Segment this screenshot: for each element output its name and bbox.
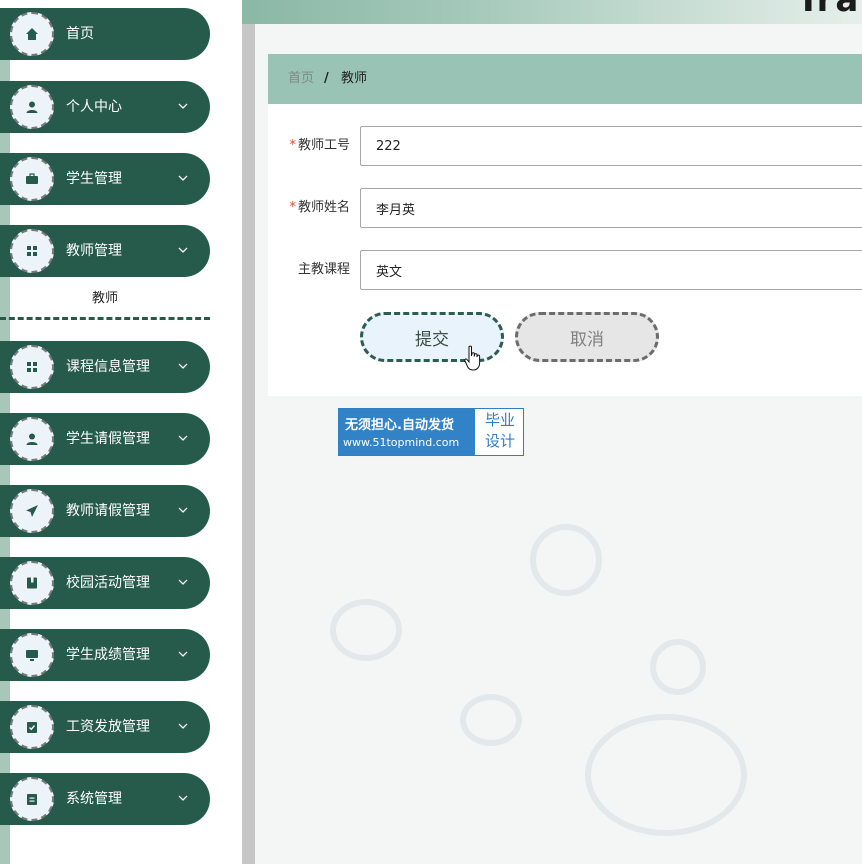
hand-pointer-cursor-icon xyxy=(464,345,481,371)
sidebar-item-student-management[interactable]: 学生管理 xyxy=(0,153,210,205)
chevron-down-icon xyxy=(178,247,188,253)
background-decoration xyxy=(530,524,602,596)
background-decoration xyxy=(460,694,522,746)
sidebar-item-label: 工资发放管理 xyxy=(66,719,150,735)
chevron-down-icon xyxy=(178,723,188,729)
home-icon xyxy=(10,12,54,56)
watermark-left: 无须担心.自动发货 www.51topmind.com xyxy=(339,409,475,455)
sidebar-item-teacher-leave-management[interactable]: 教师请假管理 xyxy=(0,485,210,537)
chevron-down-icon xyxy=(178,103,188,109)
user-icon xyxy=(10,85,54,129)
user-icon xyxy=(10,417,54,461)
sidebar-item-label: 学生请假管理 xyxy=(66,431,150,447)
chevron-down-icon xyxy=(178,435,188,441)
sidebar-item-student-leave-management[interactable]: 学生请假管理 xyxy=(0,413,210,465)
breadcrumb-separator: / xyxy=(324,71,329,86)
watermark-url: www.51topmind.com xyxy=(343,436,460,449)
main-course-input[interactable] xyxy=(360,250,862,290)
cancel-button[interactable]: 取消 xyxy=(515,312,659,362)
submenu-item-teacher[interactable]: 教师 xyxy=(0,284,210,320)
book-icon xyxy=(10,561,54,605)
watermark-right: 毕业 设计 xyxy=(479,410,521,452)
sidebar-item-salary-management[interactable]: 工资发放管理 xyxy=(0,701,210,753)
sidebar-item-student-grades-management[interactable]: 学生成绩管理 xyxy=(0,629,210,681)
breadcrumb-current: 教师 xyxy=(341,71,368,86)
background-decoration xyxy=(650,639,706,695)
breadcrumb: 首页 / 教师 xyxy=(268,54,862,104)
watermark-badge: 无须担心.自动发货 www.51topmind.com 毕业 设计 xyxy=(338,408,524,456)
send-icon xyxy=(10,489,54,533)
app-title-fragment: Ira xyxy=(802,0,861,20)
sidebar-item-label: 系统管理 xyxy=(66,791,122,807)
sidebar: 首页 个人中心 学生管理 教师管理 教师 课程信息管理 学生请假管理 教师请假管… xyxy=(0,0,242,864)
teacher-name-label: * 教师姓名 xyxy=(270,188,350,228)
sidebar-item-label: 教师请假管理 xyxy=(66,503,150,519)
sidebar-item-label: 首页 xyxy=(66,26,94,42)
teacher-id-label: * 教师工号 xyxy=(270,126,350,166)
chevron-down-icon xyxy=(178,363,188,369)
teacher-form: *教师工号 *教师姓名 主教课程 提交 取消 xyxy=(268,104,862,396)
watermark-slogan: 无须担心.自动发货 xyxy=(345,418,454,433)
chevron-down-icon xyxy=(178,795,188,801)
teacher-name-label-text: 教师姓名 xyxy=(297,200,350,215)
background-decoration xyxy=(585,714,747,836)
sidebar-item-label: 个人中心 xyxy=(66,99,122,115)
required-mark: * xyxy=(289,200,296,215)
sidebar-item-label: 课程信息管理 xyxy=(66,359,150,375)
sidebar-item-label: 教师管理 xyxy=(66,243,122,259)
required-mark: * xyxy=(289,138,296,153)
sidebar-item-personal-center[interactable]: 个人中心 xyxy=(0,81,210,133)
monitor-icon xyxy=(10,633,54,677)
teacher-id-label-text: 教师工号 xyxy=(297,138,350,153)
sidebar-item-course-info-management[interactable]: 课程信息管理 xyxy=(0,341,210,393)
sidebar-item-label: 学生成绩管理 xyxy=(66,647,150,663)
sidebar-item-label: 校园活动管理 xyxy=(66,575,150,591)
chevron-down-icon xyxy=(178,507,188,513)
grid-icon xyxy=(10,345,54,389)
clipboard-check-icon xyxy=(10,705,54,749)
sidebar-item-campus-activity-management[interactable]: 校园活动管理 xyxy=(0,557,210,609)
watermark-right-line1: 毕业 xyxy=(484,411,515,429)
sidebar-item-label: 学生管理 xyxy=(66,171,122,187)
submit-button[interactable]: 提交 xyxy=(360,312,504,362)
chevron-down-icon xyxy=(178,651,188,657)
sidebar-item-home[interactable]: 首页 xyxy=(0,8,210,60)
watermark-right-line2: 设计 xyxy=(484,432,515,450)
chevron-down-icon xyxy=(178,175,188,181)
grid-icon xyxy=(10,229,54,273)
teacher-name-input[interactable] xyxy=(360,188,862,228)
clipboard-icon xyxy=(10,777,54,821)
main-course-label: 主教课程 xyxy=(297,262,350,277)
sidebar-divider xyxy=(242,24,255,864)
teacher-id-input[interactable] xyxy=(360,126,862,166)
background-decoration xyxy=(330,599,402,661)
breadcrumb-home-link[interactable]: 首页 xyxy=(288,54,314,104)
chevron-down-icon xyxy=(178,579,188,585)
briefcase-icon xyxy=(10,157,54,201)
sidebar-item-system-management[interactable]: 系统管理 xyxy=(0,773,210,825)
sidebar-item-teacher-management[interactable]: 教师管理 xyxy=(0,225,210,277)
